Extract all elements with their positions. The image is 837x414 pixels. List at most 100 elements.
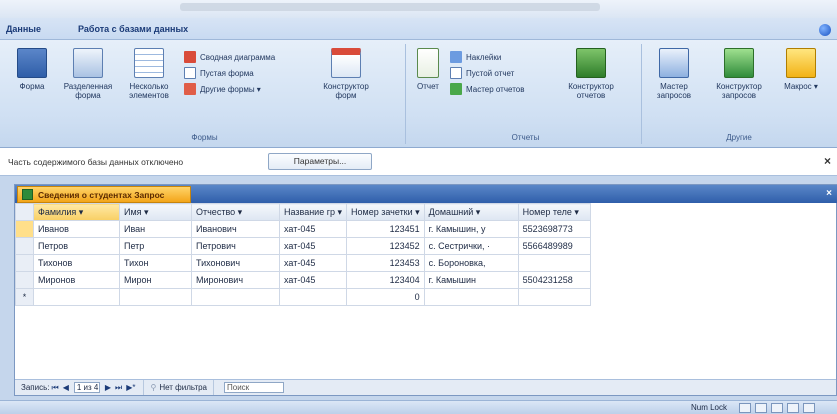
form-design-icon bbox=[331, 48, 361, 78]
cell-group[interactable]: хат-045 bbox=[278, 254, 348, 272]
row-selector[interactable] bbox=[15, 237, 34, 255]
cell-record-number[interactable]: 123453 bbox=[346, 254, 425, 272]
cell-phone[interactable] bbox=[517, 288, 591, 306]
header-row: Фамилия ▾ Имя ▾ Отчество ▾ Название гр ▾… bbox=[15, 203, 591, 221]
report-wizard-button[interactable]: Мастер отчетов bbox=[450, 82, 524, 96]
tab-data[interactable]: Данные bbox=[6, 24, 41, 34]
column-header-patronymic[interactable]: Отчество ▾ bbox=[191, 203, 280, 221]
next-record-button[interactable]: ▶ bbox=[105, 383, 111, 392]
cell-group[interactable] bbox=[278, 288, 348, 306]
cell-record-number[interactable]: 123452 bbox=[346, 237, 425, 255]
column-header-group[interactable]: Название гр ▾ bbox=[278, 203, 348, 221]
cell-surname[interactable]: Иванов bbox=[33, 220, 120, 238]
pivot-chart-button[interactable]: Сводная диаграмма bbox=[184, 50, 275, 64]
macro-icon bbox=[786, 48, 816, 78]
row-selector[interactable] bbox=[15, 254, 34, 272]
cell-surname[interactable]: Миронов bbox=[33, 271, 120, 289]
cell-surname[interactable] bbox=[33, 288, 120, 306]
table-row[interactable]: Тихонов Тихон Тихонович хат-045 123453 с… bbox=[15, 254, 591, 272]
cell-home-address[interactable]: с. Бороновка, bbox=[423, 254, 519, 272]
blank-report-button[interactable]: Пустой отчет bbox=[450, 66, 514, 80]
cell-surname[interactable]: Петров bbox=[33, 237, 120, 255]
multiple-items-icon bbox=[134, 48, 164, 78]
query-design-button[interactable]: Конструктор запросов bbox=[704, 48, 774, 100]
form-button[interactable]: Форма bbox=[6, 48, 58, 91]
macro-button[interactable]: Макрос ▾ bbox=[778, 48, 824, 91]
tab-database-tools[interactable]: Работа с базами данных bbox=[78, 24, 188, 34]
cell-patronymic[interactable] bbox=[191, 288, 280, 306]
multiple-items-button[interactable]: Несколько элементов bbox=[120, 48, 178, 100]
cell-home-address[interactable]: г. Камышин, у bbox=[423, 220, 519, 238]
group-reports: Отчет Наклейки Пустой отчет Мастер отчет… bbox=[410, 44, 642, 144]
cell-group[interactable]: хат-045 bbox=[278, 220, 348, 238]
pivot-table-view-icon[interactable] bbox=[755, 403, 767, 413]
cell-home-address[interactable] bbox=[423, 288, 519, 306]
cell-phone[interactable]: 5504231258 bbox=[517, 271, 591, 289]
cell-home-address[interactable]: с. Сестрички, · bbox=[423, 237, 519, 255]
row-selector[interactable] bbox=[15, 220, 34, 238]
cell-patronymic[interactable]: Петрович bbox=[191, 237, 280, 255]
cell-group[interactable]: хат-045 bbox=[278, 237, 348, 255]
filter-icon: ⚲ bbox=[150, 383, 157, 392]
report-wizard-icon bbox=[450, 83, 462, 95]
query-wizard-button[interactable]: Мастер запросов bbox=[646, 48, 702, 100]
cell-name[interactable]: Иван bbox=[119, 220, 192, 238]
search-input[interactable]: Поиск bbox=[224, 382, 284, 393]
column-header-surname[interactable]: Фамилия ▾ bbox=[33, 203, 120, 221]
cell-phone[interactable]: 5566489989 bbox=[517, 237, 591, 255]
report-button[interactable]: Отчет bbox=[410, 48, 446, 91]
cell-record-number[interactable]: 123451 bbox=[346, 220, 425, 238]
split-form-button[interactable]: Разделенная форма bbox=[58, 48, 118, 100]
cell-phone[interactable] bbox=[517, 254, 591, 272]
report-design-button[interactable]: Конструктор отчетов bbox=[560, 48, 622, 100]
cell-patronymic[interactable]: Миронович bbox=[191, 271, 280, 289]
cell-phone[interactable]: 5523698773 bbox=[517, 220, 591, 238]
form-design-button[interactable]: Конструктор форм bbox=[316, 48, 376, 100]
table-row[interactable]: Петров Петр Петрович хат-045 123452 с. С… bbox=[15, 237, 591, 255]
first-record-button[interactable]: ⏮ bbox=[51, 383, 58, 393]
design-view-icon[interactable] bbox=[803, 403, 815, 413]
last-record-button[interactable]: ⏭ bbox=[115, 383, 122, 393]
tab-query-student-info[interactable]: Сведения о студентах Запрос bbox=[17, 186, 191, 203]
report-icon bbox=[417, 48, 439, 78]
new-record-button[interactable]: ▶* bbox=[126, 383, 135, 392]
cell-name[interactable]: Петр bbox=[119, 237, 192, 255]
labels-button[interactable]: Наклейки bbox=[450, 50, 501, 64]
cell-record-number[interactable]: 0 bbox=[346, 288, 425, 306]
column-header-home-address[interactable]: Домашний ▾ bbox=[423, 203, 519, 221]
group-other-label: Другие bbox=[726, 133, 752, 142]
current-record-field[interactable]: 1 из 4 bbox=[73, 382, 100, 393]
sql-view-icon[interactable] bbox=[787, 403, 799, 413]
blank-form-button[interactable]: Пустая форма bbox=[184, 66, 254, 80]
table-row[interactable]: Миронов Мирон Миронович хат-045 123404 г… bbox=[15, 271, 591, 289]
new-record-row[interactable]: * 0 bbox=[15, 288, 591, 306]
cell-record-number[interactable]: 123404 bbox=[346, 271, 425, 289]
cell-surname[interactable]: Тихонов bbox=[33, 254, 120, 272]
pivot-chart-view-icon[interactable] bbox=[771, 403, 783, 413]
select-all-cell[interactable] bbox=[15, 203, 34, 221]
column-header-record-number[interactable]: Номер зачетки ▾ bbox=[346, 203, 425, 221]
options-button[interactable]: Параметры... bbox=[268, 153, 372, 170]
more-forms-button[interactable]: Другие формы ▾ bbox=[184, 82, 261, 96]
cell-patronymic[interactable]: Тихонович bbox=[191, 254, 280, 272]
cell-name[interactable] bbox=[119, 288, 192, 306]
cell-patronymic[interactable]: Иванович bbox=[191, 220, 280, 238]
more-forms-icon bbox=[184, 83, 196, 95]
close-icon[interactable]: × bbox=[824, 154, 831, 168]
cell-name[interactable]: Мирон bbox=[119, 271, 192, 289]
close-document-icon[interactable]: × bbox=[826, 188, 832, 199]
help-icon[interactable] bbox=[819, 24, 831, 36]
datasheet-view-icon[interactable] bbox=[739, 403, 751, 413]
table-row[interactable]: Иванов Иван Иванович хат-045 123451 г. К… bbox=[15, 220, 591, 238]
column-header-name[interactable]: Имя ▾ bbox=[119, 203, 192, 221]
row-selector[interactable] bbox=[15, 271, 34, 289]
cell-name[interactable]: Тихон bbox=[119, 254, 192, 272]
ribbon: Форма Разделенная форма Несколько элемен… bbox=[0, 40, 837, 148]
cell-home-address[interactable]: г. Камышин bbox=[423, 271, 519, 289]
query-icon bbox=[22, 189, 33, 200]
new-record-marker[interactable]: * bbox=[15, 288, 34, 306]
column-header-phone[interactable]: Номер теле ▾ bbox=[517, 203, 591, 221]
previous-record-button[interactable]: ◀ bbox=[63, 383, 69, 392]
cell-group[interactable]: хат-045 bbox=[278, 271, 348, 289]
filter-indicator[interactable]: ⚲ Нет фильтра bbox=[144, 380, 214, 395]
